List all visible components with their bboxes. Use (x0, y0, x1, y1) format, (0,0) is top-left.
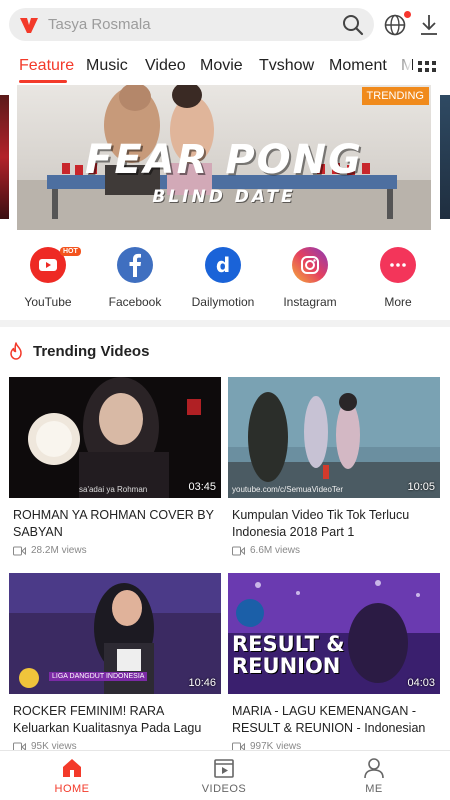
duration: 04:03 (407, 677, 435, 689)
app-logo-icon (20, 18, 38, 33)
top-bar: Tasya Rosmala (0, 0, 450, 52)
grid-menu-icon[interactable] (418, 58, 436, 76)
video-title[interactable]: MARIA - LAGU KEMENANGAN - RESULT & REUNI… (232, 703, 438, 737)
nav-videos[interactable]: VIDEOS (179, 757, 269, 795)
site-facebook[interactable]: Facebook (90, 243, 180, 309)
tab-moment[interactable]: Moment (329, 56, 387, 76)
tab-video[interactable]: Video (145, 56, 186, 76)
thumbnail-caption: RESULT & REUNION (232, 632, 345, 678)
video-thumbnail[interactable]: sa'adai ya Rohman 03:45 (9, 377, 221, 498)
featured-banner[interactable]: TRENDING FEAR PONG BLIND DATE (17, 85, 431, 230)
video-card[interactable]: sa'adai ya Rohman 03:45 ROHMAN YA ROHMAN… (9, 377, 221, 556)
site-youtube[interactable]: HOT YouTube (3, 243, 93, 309)
site-label: Facebook (108, 295, 162, 309)
instagram-icon (292, 247, 328, 283)
thumbnail-caption: LIGA DANGDUT INDONESIA (49, 672, 148, 681)
fire-icon (10, 342, 22, 360)
search-bar[interactable]: Tasya Rosmala (9, 8, 374, 41)
tabs-fade (392, 52, 412, 84)
thumbnail-caption: youtube.com/c/SemuaVideoTer (232, 485, 344, 494)
video-thumbnail[interactable]: youtube.com/c/SemuaVideoTer 10:05 (228, 377, 440, 498)
view-count: 28.2M views (31, 545, 87, 556)
video-camera-icon (13, 546, 26, 555)
search-icon[interactable] (342, 14, 364, 36)
banner-subtitle: BLIND DATE (152, 187, 296, 207)
tab-tvshow[interactable]: Tvshow (259, 56, 314, 76)
video-camera-icon (232, 546, 245, 555)
view-count-row: 28.2M views (13, 545, 221, 556)
duration: 10:05 (407, 481, 435, 493)
svg-text:d: d (216, 253, 230, 277)
site-label: Dailymotion (191, 295, 255, 309)
bottom-navigation: HOME VIDEOS ME (0, 750, 450, 800)
site-label: YouTube (24, 295, 72, 309)
trending-badge: TRENDING (361, 87, 429, 105)
video-thumbnail[interactable]: LIGA DANGDUT INDONESIA 10:46 (9, 573, 221, 694)
more-dots-icon (380, 247, 416, 283)
site-instagram[interactable]: Instagram (265, 243, 355, 309)
category-tabs: Feature Music Video Movie Tvshow Moment … (0, 52, 450, 84)
banner-title: FEAR PONG (85, 137, 363, 183)
tab-music[interactable]: Music (86, 56, 128, 76)
banner-prev-slide[interactable] (0, 95, 9, 219)
tab-feature[interactable]: Feature (19, 56, 74, 76)
video-card[interactable]: youtube.com/c/SemuaVideoTer 10:05 Kumpul… (228, 377, 440, 556)
site-label: Instagram (283, 295, 337, 309)
profile-icon (364, 758, 384, 779)
home-icon (63, 759, 81, 777)
site-dailymotion[interactable]: d Dailymotion (178, 243, 268, 309)
duration: 10:46 (188, 677, 216, 689)
active-tab-indicator (19, 80, 67, 83)
tab-movie[interactable]: Movie (200, 56, 243, 76)
download-icon[interactable] (418, 13, 440, 37)
dailymotion-icon: d (205, 247, 241, 283)
view-count-row: 6.6M views (232, 545, 440, 556)
video-title[interactable]: ROCKER FEMINIM! RARA Keluarkan Kualitasn… (13, 703, 219, 737)
nav-label: VIDEOS (201, 783, 247, 795)
nav-label: ME (365, 783, 383, 795)
nav-me[interactable]: ME (329, 757, 419, 795)
section-title: Trending Videos (33, 343, 150, 360)
hot-badge: HOT (60, 247, 81, 256)
nav-home[interactable]: HOME (27, 757, 117, 795)
thumbnail-caption: sa'adai ya Rohman (79, 485, 148, 494)
facebook-icon (117, 247, 153, 283)
site-label: More (384, 295, 412, 309)
trending-header: Trending Videos (0, 338, 450, 368)
video-title[interactable]: ROHMAN YA ROHMAN COVER BY SABYAN (13, 507, 219, 541)
nav-label: HOME (54, 783, 90, 795)
banner-next-slide[interactable] (440, 95, 450, 219)
video-thumbnail[interactable]: RESULT & REUNION 04:03 (228, 573, 440, 694)
site-more[interactable]: More (353, 243, 443, 309)
duration: 03:45 (188, 481, 216, 493)
video-title[interactable]: Kumpulan Video Tik Tok Terlucu Indonesia… (232, 507, 438, 541)
globe-icon[interactable] (383, 13, 407, 37)
videos-icon (214, 759, 234, 778)
quick-sites: HOT YouTube Facebook d Dailymotion Insta… (0, 243, 450, 313)
view-count: 6.6M views (250, 545, 301, 556)
video-card[interactable]: LIGA DANGDUT INDONESIA 10:46 ROCKER FEMI… (9, 573, 221, 752)
video-card[interactable]: RESULT & REUNION 04:03 MARIA - LAGU KEME… (228, 573, 440, 752)
notification-dot (404, 11, 411, 18)
search-input[interactable]: Tasya Rosmala (48, 16, 151, 34)
section-divider (0, 320, 450, 327)
